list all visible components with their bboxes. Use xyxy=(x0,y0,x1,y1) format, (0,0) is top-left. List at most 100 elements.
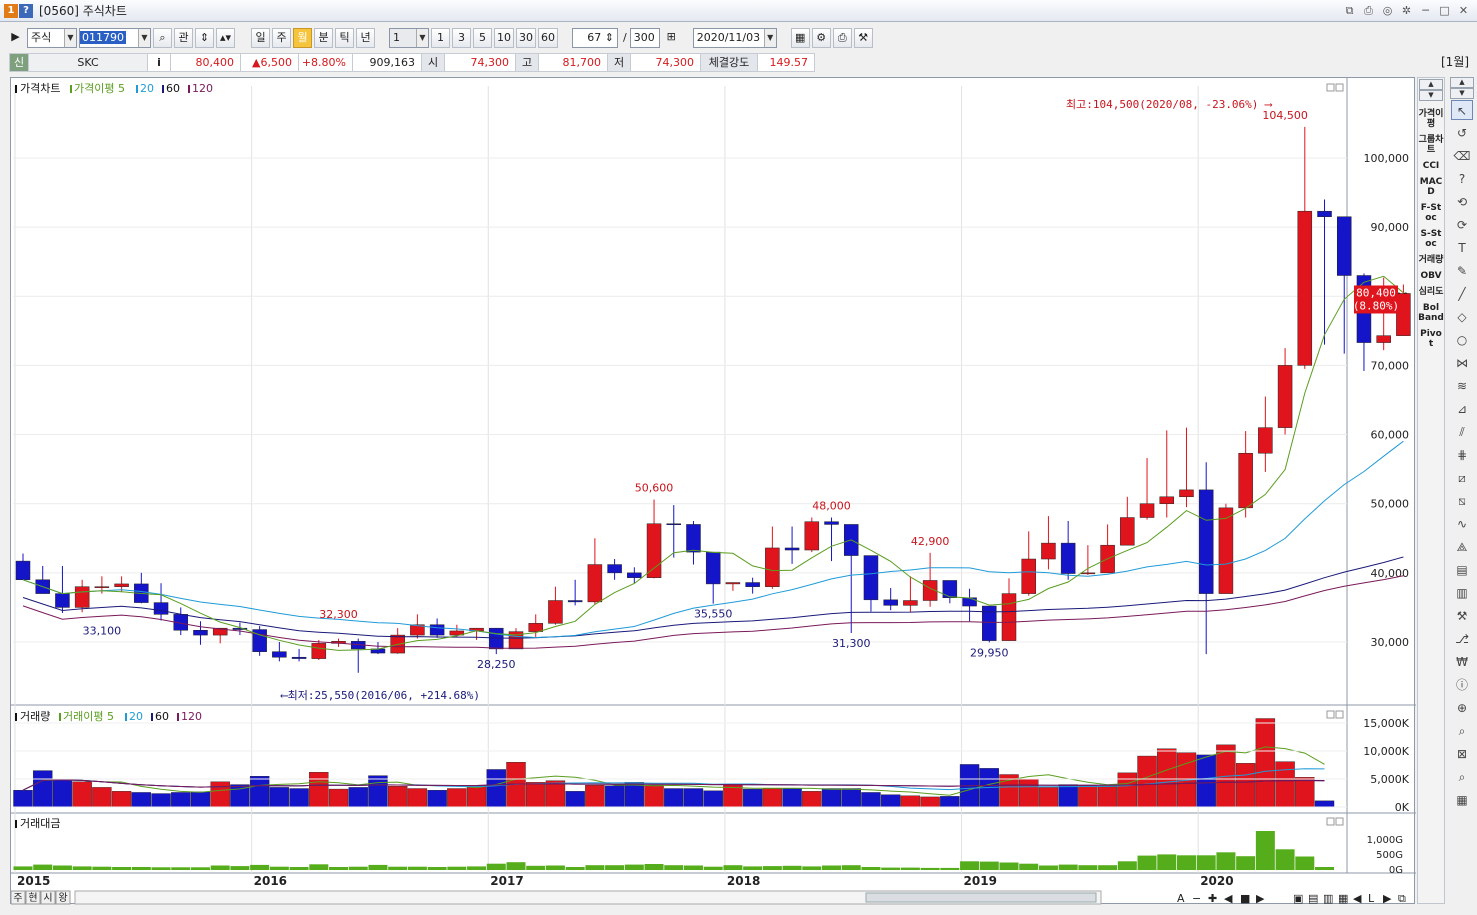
parallel-icon[interactable]: ⫽ xyxy=(1451,422,1473,442)
volume-bar xyxy=(920,796,940,808)
fan-icon[interactable]: ⧅ xyxy=(1451,491,1473,511)
indicator-2[interactable]: CCI xyxy=(1418,161,1444,171)
save-icon[interactable]: ▦ xyxy=(790,27,810,48)
volume-bar xyxy=(782,788,802,808)
candle-down xyxy=(429,624,445,636)
maximize-icon[interactable]: □ xyxy=(1437,3,1452,18)
minimize-icon[interactable]: ─ xyxy=(1418,3,1433,18)
all-delete-icon[interactable]: ⌫ xyxy=(1451,146,1473,166)
bar-chart-icon[interactable]: ▥ xyxy=(1451,583,1473,603)
period-minute[interactable]: 분 xyxy=(314,27,333,48)
candle-down xyxy=(824,521,839,525)
tools-scroll-down[interactable]: ▼ xyxy=(1450,88,1474,99)
link-toggle-icon[interactable]: ▶ xyxy=(6,28,25,48)
indicator-5[interactable]: S-Stoc xyxy=(1418,229,1444,249)
price-icon[interactable]: ₩ xyxy=(1451,652,1473,672)
config-icon[interactable]: ⚙ xyxy=(811,27,831,48)
pane-close-icon xyxy=(1335,83,1344,92)
volume-bar xyxy=(151,793,171,808)
document-icon[interactable]: ▤ xyxy=(1451,560,1473,580)
panel-scroll-up[interactable]: ▲ xyxy=(1419,79,1443,90)
indicator-1[interactable]: 그룹차트 xyxy=(1418,135,1444,155)
quick-3[interactable]: 3 xyxy=(452,27,471,48)
market-select[interactable]: 주식 ▼ xyxy=(27,27,77,48)
scroll-up-down-button[interactable]: ⇕ xyxy=(195,27,214,48)
undo-icon[interactable]: ↺ xyxy=(1451,123,1473,143)
date-select[interactable]: 2020/11/03 ▼ xyxy=(692,27,777,48)
channel-icon[interactable]: ⧄ xyxy=(1451,468,1473,488)
count-input[interactable]: 67 ⇕ xyxy=(572,27,618,48)
print-icon[interactable]: ⎙ xyxy=(1361,3,1376,18)
quick-10[interactable]: 10 xyxy=(494,27,514,48)
grid-icon[interactable]: ⋕ xyxy=(1451,445,1473,465)
zoom-icon[interactable]: ⊕ xyxy=(1451,698,1473,718)
quick-5[interactable]: 5 xyxy=(473,27,492,48)
total-input[interactable]: 300 xyxy=(629,27,660,48)
redo-icon[interactable]: ⟳ xyxy=(1451,215,1473,235)
stock-code-input[interactable]: 011790 ▼ xyxy=(79,27,151,48)
auto-icon[interactable]: ⟁ xyxy=(1451,537,1473,557)
help-icon[interactable]: ? xyxy=(1451,169,1473,189)
candle-up xyxy=(1080,572,1096,575)
amount-bar xyxy=(92,866,112,870)
info-icon[interactable]: ⓘ xyxy=(1451,675,1473,695)
period-year[interactable]: 년 xyxy=(356,27,375,48)
search-button[interactable]: ⌕ xyxy=(153,27,172,48)
zigzag-icon[interactable]: ≋ xyxy=(1451,376,1473,396)
year-label: 2015 xyxy=(17,874,50,888)
indicator-8[interactable]: 심리도 xyxy=(1418,287,1444,297)
apply-icon[interactable]: ⊞ xyxy=(662,28,681,48)
indicator-4[interactable]: F-Stoc xyxy=(1418,203,1444,223)
indicator-0[interactable]: 가격이평 xyxy=(1418,109,1444,129)
indicator-3[interactable]: MACD xyxy=(1418,177,1444,197)
period-tick[interactable]: 틱 xyxy=(335,27,354,48)
search-icon[interactable]: ⌕ xyxy=(1451,767,1473,787)
info-button[interactable]: i xyxy=(147,52,171,72)
period-month[interactable]: 월 xyxy=(293,27,312,48)
screen-number-badge[interactable]: 1 xyxy=(4,3,18,18)
refresh-icon[interactable]: ⟲ xyxy=(1451,192,1473,212)
indicator-9[interactable]: Bol Band xyxy=(1418,303,1444,323)
help-badge[interactable]: ? xyxy=(19,3,33,18)
candle-up xyxy=(548,600,563,624)
excel-icon[interactable]: ⊠ xyxy=(1451,744,1473,764)
indicator-6[interactable]: 거래량 xyxy=(1418,255,1444,265)
table-icon[interactable]: ▦ xyxy=(1451,790,1473,810)
close-icon[interactable]: ✕ xyxy=(1456,3,1471,18)
quick-60[interactable]: 60 xyxy=(538,27,558,48)
price-tick-label: 60,000 xyxy=(1371,429,1410,442)
tools-scroll-up[interactable]: ▲ xyxy=(1450,77,1474,88)
chart-area[interactable]: 2015 2016 2017 2018 2019 2020 30,000 40,000 50,0… xyxy=(10,77,1416,905)
period-day[interactable]: 일 xyxy=(251,27,270,48)
settings-icon[interactable]: ✲ xyxy=(1399,3,1414,18)
fibonacci-icon[interactable]: ⋈ xyxy=(1451,353,1473,373)
eraser-icon[interactable]: ◇ xyxy=(1451,307,1473,327)
magnify-icon[interactable]: ⌕ xyxy=(1451,721,1473,741)
cursor-icon[interactable]: ↖ xyxy=(1451,100,1473,120)
compare-icon[interactable]: ⎇ xyxy=(1451,629,1473,649)
chart-svg[interactable]: 2015 2016 2017 2018 2019 202030,00040,00050,0… xyxy=(11,78,1416,905)
indicator-10[interactable]: Pivot xyxy=(1418,329,1444,349)
indicator-7[interactable]: OBV xyxy=(1418,271,1444,281)
gwan-button[interactable]: 관 xyxy=(174,27,193,48)
print-chart-icon[interactable]: ⎙ xyxy=(832,27,852,48)
bottom-tab-label: 현 xyxy=(28,892,37,904)
quick-30[interactable]: 30 xyxy=(516,27,536,48)
link-icon[interactable]: ⧉ xyxy=(1342,3,1357,18)
interval-select[interactable]: 1 ▼ xyxy=(389,27,429,48)
tools-icon[interactable]: ⚒ xyxy=(853,27,873,48)
gann-icon[interactable]: ⊿ xyxy=(1451,399,1473,419)
circle-icon[interactable]: ○ xyxy=(1451,330,1473,350)
volume-bar xyxy=(1038,787,1059,808)
spin-button[interactable]: ▴▾ xyxy=(216,27,235,48)
panel-scroll-down[interactable]: ▼ xyxy=(1419,90,1443,101)
period-week[interactable]: 주 xyxy=(272,27,291,48)
volume-bar xyxy=(348,787,368,808)
trendline-icon[interactable]: ╱ xyxy=(1451,284,1473,304)
wrench-icon[interactable]: ⚒ xyxy=(1451,606,1473,626)
pen-icon[interactable]: ✎ xyxy=(1451,261,1473,281)
wave-icon[interactable]: ∿ xyxy=(1451,514,1473,534)
quick-1[interactable]: 1 xyxy=(431,27,450,48)
camera-icon[interactable]: ◎ xyxy=(1380,3,1395,18)
text-icon[interactable]: T xyxy=(1451,238,1473,258)
